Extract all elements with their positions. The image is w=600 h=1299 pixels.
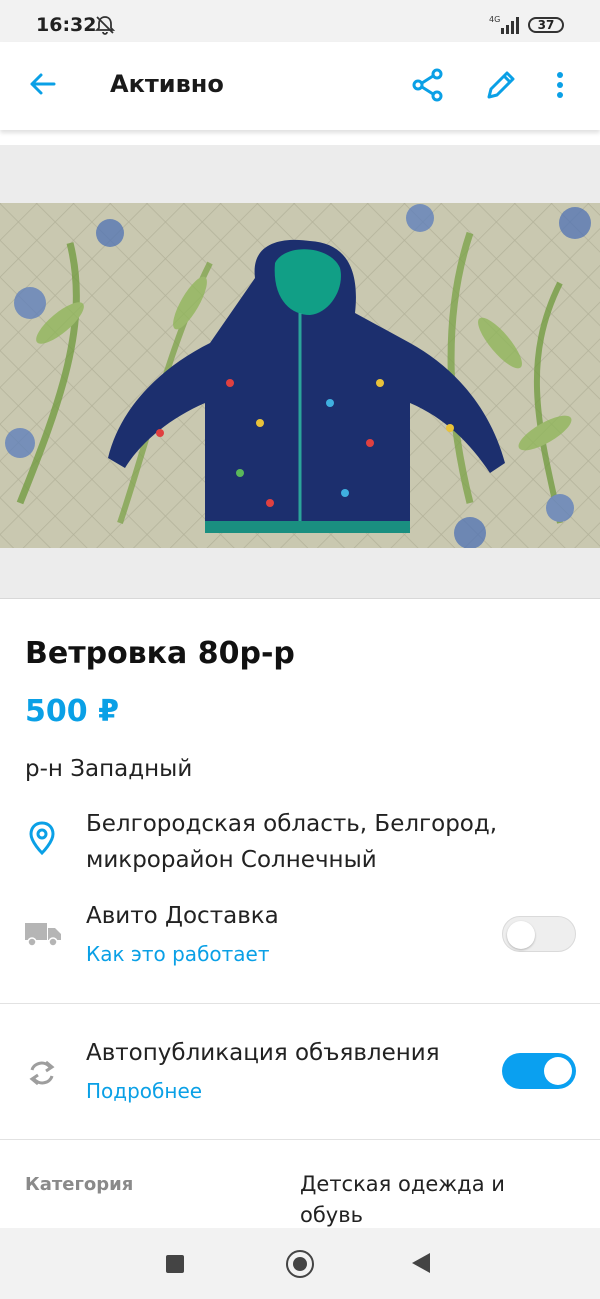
system-nav-bar	[0, 1228, 600, 1299]
refresh-icon	[26, 1058, 58, 1092]
app-bar: Активно	[0, 42, 600, 130]
listing-price: 500 ₽	[25, 694, 119, 729]
toggle-knob	[507, 921, 535, 949]
category-label: Категория	[25, 1174, 134, 1195]
listing-photo[interactable]	[0, 203, 600, 548]
recents-button[interactable]	[166, 1255, 184, 1273]
battery-indicator: 37	[528, 17, 564, 33]
delivery-title: Авито Доставка	[86, 903, 279, 929]
signal-icon: 4G	[489, 14, 521, 40]
truck-icon	[24, 920, 62, 952]
home-button[interactable]	[286, 1250, 314, 1278]
category-value: Детская одежда и обувь	[300, 1172, 505, 1227]
back-button[interactable]	[412, 1253, 430, 1273]
autopublish-toggle[interactable]	[502, 1053, 576, 1089]
listing-title: Ветровка 80р-р	[25, 636, 295, 671]
back-arrow-icon[interactable]	[28, 70, 56, 102]
delivery-toggle[interactable]	[502, 916, 576, 952]
share-icon[interactable]	[412, 68, 444, 106]
divider	[0, 1139, 600, 1140]
edit-icon[interactable]	[484, 68, 518, 106]
page-title: Активно	[110, 70, 224, 98]
bell-off-icon	[94, 14, 116, 40]
listing-address: Белгородская область, Белгород, микрорай…	[86, 811, 498, 873]
more-icon[interactable]	[556, 68, 564, 106]
autopublish-title: Автопубликация объявления	[86, 1040, 440, 1066]
status-time: 16:32	[36, 14, 97, 36]
toggle-knob	[544, 1057, 572, 1085]
delivery-how-it-works-link[interactable]: Как это работает	[86, 942, 270, 966]
listing-district: р-н Западный	[25, 756, 193, 782]
location-pin-icon	[28, 820, 56, 860]
network-type: 4G	[489, 15, 500, 24]
divider	[0, 1003, 600, 1004]
autopublish-more-link[interactable]: Подробнее	[86, 1079, 202, 1103]
